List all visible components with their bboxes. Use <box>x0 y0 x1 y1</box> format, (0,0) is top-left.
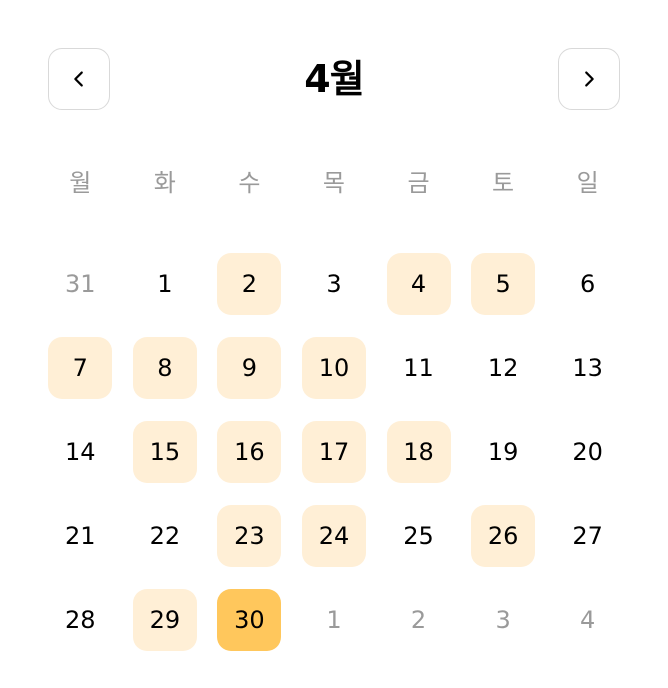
day-cell: 2 <box>376 578 461 662</box>
day-cell: 7 <box>38 326 123 410</box>
day-button[interactable]: 3 <box>471 589 535 651</box>
day-cell: 22 <box>123 494 208 578</box>
day-button[interactable]: 9 <box>217 337 282 399</box>
day-button[interactable]: 18 <box>386 421 451 483</box>
calendar-header: 4월 <box>48 48 620 112</box>
day-cell: 8 <box>123 326 208 410</box>
day-button[interactable]: 29 <box>132 589 197 651</box>
day-button[interactable]: 21 <box>48 505 112 567</box>
day-cell: 19 <box>461 410 546 494</box>
day-cell: 6 <box>545 242 630 326</box>
day-cell: 23 <box>207 494 292 578</box>
day-button[interactable]: 1 <box>133 253 197 315</box>
day-cell: 24 <box>292 494 377 578</box>
weeks-container: 31 1 2 3 4 5 6 7 8 9 10 11 12 13 14 15 16 17 18 19 20 21 22 23 2… <box>38 242 630 662</box>
day-cell: 29 <box>123 578 208 662</box>
day-cell: 13 <box>545 326 630 410</box>
day-cell: 16 <box>207 410 292 494</box>
week-row: 7 8 9 10 11 12 13 <box>38 326 630 410</box>
day-button[interactable]: 2 <box>387 589 451 651</box>
day-cell: 1 <box>123 242 208 326</box>
day-cell: 31 <box>38 242 123 326</box>
day-button[interactable]: 8 <box>132 337 197 399</box>
day-cell: 10 <box>292 326 377 410</box>
day-cell: 5 <box>461 242 546 326</box>
day-button[interactable]: 2 <box>217 253 282 315</box>
day-button[interactable]: 20 <box>556 421 620 483</box>
day-cell: 3 <box>292 242 377 326</box>
day-button[interactable]: 7 <box>48 337 113 399</box>
day-button[interactable]: 28 <box>48 589 112 651</box>
weekday-label: 화 <box>153 168 176 197</box>
day-cell: 4 <box>376 242 461 326</box>
week-row: 28 29 30 1 2 3 4 <box>38 578 630 662</box>
day-cell: 12 <box>461 326 546 410</box>
calendar-grid: 월 화 수 목 금 토 일 31 1 2 3 4 5 6 7 8 9 10 11 12 13 14 15 16 1… <box>38 150 630 662</box>
day-cell: 14 <box>38 410 123 494</box>
day-button[interactable]: 19 <box>471 421 535 483</box>
day-button[interactable]: 25 <box>387 505 451 567</box>
weekday-row: 월 화 수 목 금 토 일 <box>38 150 630 210</box>
day-cell: 1 <box>292 578 377 662</box>
day-cell: 2 <box>207 242 292 326</box>
week-row: 21 22 23 24 25 26 27 <box>38 494 630 578</box>
day-button[interactable]: 5 <box>471 253 536 315</box>
next-month-button[interactable] <box>558 48 620 110</box>
day-button[interactable]: 13 <box>556 337 620 399</box>
day-cell: 17 <box>292 410 377 494</box>
day-button[interactable]: 16 <box>217 421 282 483</box>
day-button[interactable]: 26 <box>471 505 536 567</box>
day-button[interactable]: 27 <box>556 505 620 567</box>
day-cell: 27 <box>545 494 630 578</box>
day-cell: 4 <box>545 578 630 662</box>
day-cell: 20 <box>545 410 630 494</box>
day-button[interactable]: 12 <box>471 337 535 399</box>
day-cell: 30 <box>207 578 292 662</box>
week-row: 31 1 2 3 4 5 6 <box>38 242 630 326</box>
day-button[interactable]: 15 <box>132 421 197 483</box>
day-cell: 25 <box>376 494 461 578</box>
day-button[interactable]: 1 <box>302 589 366 651</box>
day-button[interactable]: 11 <box>387 337 451 399</box>
day-button[interactable]: 17 <box>301 421 366 483</box>
day-button[interactable]: 6 <box>556 253 620 315</box>
day-button[interactable]: 14 <box>48 421 112 483</box>
day-cell: 28 <box>38 578 123 662</box>
weekday-label: 목 <box>322 168 346 197</box>
day-cell: 18 <box>376 410 461 494</box>
day-cell: 11 <box>376 326 461 410</box>
day-button[interactable]: 10 <box>301 337 366 399</box>
day-button[interactable]: 24 <box>301 505 366 567</box>
day-cell: 21 <box>38 494 123 578</box>
month-title: 4월 <box>304 57 364 101</box>
day-cell: 15 <box>123 410 208 494</box>
day-button[interactable]: 4 <box>556 589 620 651</box>
weekday-label: 월 <box>69 168 92 197</box>
day-button[interactable]: 23 <box>217 505 282 567</box>
day-button[interactable]: 4 <box>386 253 451 315</box>
weekday-label: 토 <box>492 168 515 197</box>
week-row: 14 15 16 17 18 19 20 <box>38 410 630 494</box>
weekday-label: 금 <box>407 168 430 197</box>
day-button[interactable]: 3 <box>302 253 366 315</box>
weekday-label: 일 <box>576 168 599 197</box>
day-button-selected[interactable]: 30 <box>217 589 282 651</box>
day-button[interactable]: 31 <box>48 253 112 315</box>
day-button[interactable]: 22 <box>133 505 197 567</box>
day-cell: 3 <box>461 578 546 662</box>
day-cell: 26 <box>461 494 546 578</box>
day-cell: 9 <box>207 326 292 410</box>
chevron-right-icon <box>585 71 594 87</box>
weekday-label: 수 <box>238 168 261 197</box>
